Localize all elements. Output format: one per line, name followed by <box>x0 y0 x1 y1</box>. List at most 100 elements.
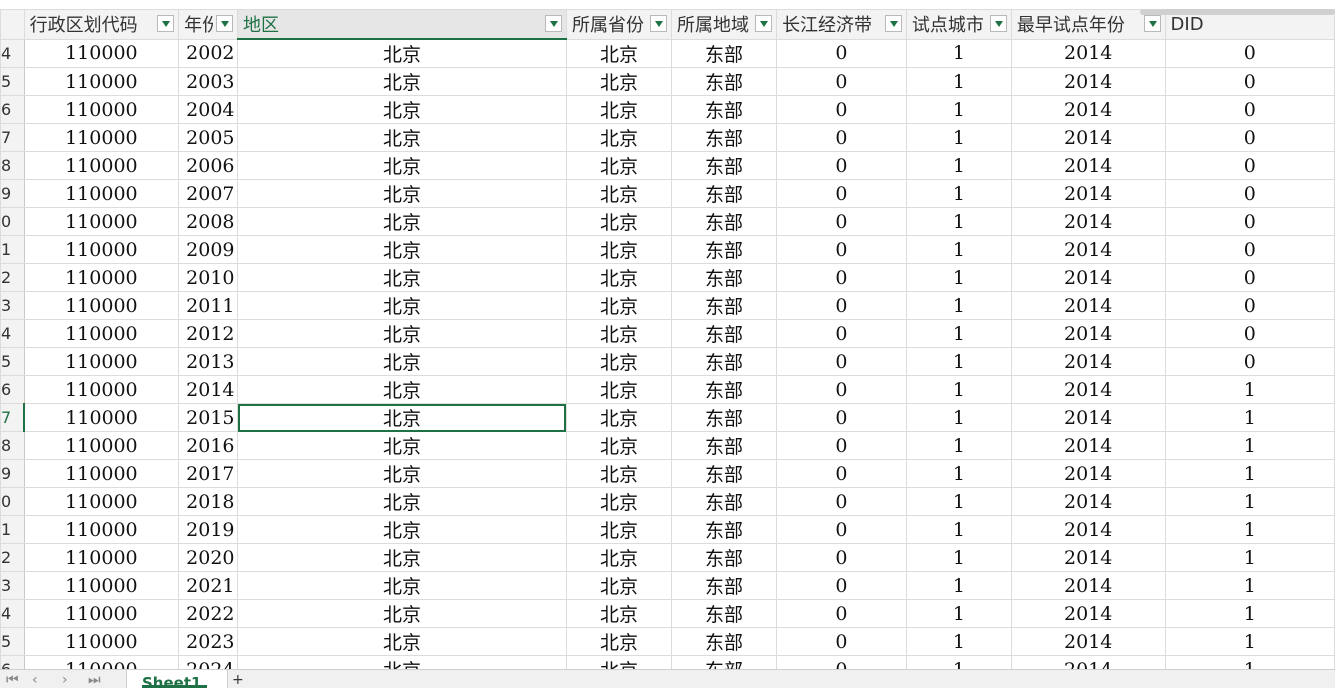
table-cell[interactable]: 1 <box>905 95 1012 124</box>
table-cell[interactable]: 1 <box>905 627 1012 656</box>
table-cell[interactable]: 东部 <box>671 487 778 516</box>
table-cell[interactable]: 东部 <box>671 151 778 180</box>
table-cell[interactable]: 110000 <box>23 263 180 292</box>
table-cell[interactable]: 1 <box>905 375 1012 404</box>
table-cell[interactable]: 2014 <box>1010 179 1166 208</box>
table-cell[interactable]: 2014 <box>1010 627 1166 656</box>
row-number[interactable]: 4 <box>0 38 25 68</box>
table-cell[interactable]: 2016 <box>178 431 239 460</box>
row-number[interactable]: 5 <box>0 67 25 96</box>
table-cell[interactable]: 2014 <box>1010 403 1166 432</box>
table-cell[interactable]: 2007 <box>178 179 239 208</box>
table-cell[interactable]: 2020 <box>178 543 239 572</box>
table-cell[interactable]: 1 <box>905 655 1012 669</box>
table-cell[interactable]: 2024 <box>178 655 239 669</box>
table-cell[interactable]: 东部 <box>671 627 778 656</box>
table-cell[interactable]: 1 <box>905 515 1012 544</box>
row-number[interactable]: 0 <box>0 207 25 236</box>
table-cell[interactable]: 0 <box>1164 291 1335 320</box>
table-cell[interactable]: 1 <box>1164 599 1335 628</box>
table-cell[interactable]: 0 <box>776 347 907 376</box>
table-cell[interactable]: 东部 <box>671 67 778 96</box>
table-cell[interactable]: 2003 <box>178 67 239 96</box>
table-cell[interactable]: 110000 <box>23 179 180 208</box>
table-cell[interactable]: 北京 <box>237 179 567 208</box>
filter-dropdown-icon[interactable] <box>755 15 773 32</box>
row-number[interactable]: 6 <box>0 375 25 404</box>
row-number[interactable]: 4 <box>0 599 25 628</box>
last-sheet-icon[interactable]: ⏭ <box>88 672 101 688</box>
table-cell[interactable]: 0 <box>1164 263 1335 292</box>
table-cell[interactable]: 东部 <box>671 291 778 320</box>
table-cell[interactable]: 北京 <box>237 38 567 68</box>
table-cell[interactable]: 2022 <box>178 599 239 628</box>
table-cell[interactable]: 1 <box>1164 543 1335 572</box>
table-cell[interactable]: 1 <box>1164 571 1335 600</box>
table-cell[interactable]: 110000 <box>23 431 180 460</box>
table-cell[interactable]: 北京 <box>565 515 673 544</box>
table-cell[interactable]: 2017 <box>178 459 239 488</box>
table-cell[interactable]: 北京 <box>237 655 567 669</box>
prev-sheet-icon[interactable]: ‹ <box>32 672 38 688</box>
table-cell[interactable]: 0 <box>776 67 907 96</box>
horizontal-scrollbar[interactable] <box>1140 9 1335 15</box>
table-cell[interactable]: 2014 <box>1010 459 1166 488</box>
table-cell[interactable]: 1 <box>905 543 1012 572</box>
column-header[interactable]: 所属地域 <box>671 9 778 40</box>
table-cell[interactable]: 110000 <box>23 599 180 628</box>
table-cell[interactable]: 2014 <box>1010 151 1166 180</box>
table-cell[interactable]: 110000 <box>23 38 180 68</box>
table-cell[interactable]: 北京 <box>237 599 567 628</box>
table-cell[interactable]: 0 <box>776 151 907 180</box>
table-cell[interactable]: 2014 <box>1010 347 1166 376</box>
row-number[interactable]: 8 <box>0 431 25 460</box>
table-cell[interactable]: 北京 <box>565 487 673 516</box>
table-cell[interactable]: 2014 <box>1010 515 1166 544</box>
table-cell[interactable]: 110000 <box>23 95 180 124</box>
first-sheet-icon[interactable]: ⏮ <box>6 672 19 688</box>
table-cell[interactable]: 北京 <box>237 487 567 516</box>
table-cell[interactable]: 110000 <box>23 291 180 320</box>
table-cell[interactable]: 1 <box>1164 487 1335 516</box>
row-number[interactable]: 7 <box>0 403 26 432</box>
table-cell[interactable]: 东部 <box>671 95 778 124</box>
table-cell[interactable]: 1 <box>905 38 1012 68</box>
table-cell[interactable]: 北京 <box>565 123 673 152</box>
table-cell[interactable]: 1 <box>905 235 1012 264</box>
table-cell[interactable]: 110000 <box>23 347 180 376</box>
table-cell[interactable]: 0 <box>776 487 907 516</box>
table-cell[interactable]: 110000 <box>23 151 180 180</box>
table-cell[interactable]: 北京 <box>565 38 673 68</box>
table-cell[interactable]: 110000 <box>23 515 180 544</box>
filter-dropdown-icon[interactable] <box>544 15 562 32</box>
table-cell[interactable]: 北京 <box>565 571 673 600</box>
table-cell[interactable]: 2011 <box>178 291 239 320</box>
table-cell[interactable]: 1 <box>905 319 1012 348</box>
table-cell[interactable]: 北京 <box>565 291 673 320</box>
table-cell[interactable]: 110000 <box>23 655 180 669</box>
table-cell[interactable]: 110000 <box>23 543 180 572</box>
table-cell[interactable]: 2014 <box>1010 655 1166 669</box>
table-cell[interactable]: 1 <box>1164 431 1335 460</box>
table-cell[interactable]: 1 <box>1164 375 1335 404</box>
table-cell[interactable]: 2014 <box>1010 235 1166 264</box>
table-cell[interactable]: 北京 <box>237 67 567 96</box>
table-cell[interactable]: 0 <box>776 38 907 68</box>
table-cell[interactable]: 2014 <box>1010 67 1166 96</box>
table-cell[interactable]: 北京 <box>565 403 673 432</box>
table-cell[interactable]: 110000 <box>23 375 180 404</box>
table-cell[interactable]: 北京 <box>237 431 567 460</box>
table-cell[interactable]: 北京 <box>237 263 567 292</box>
table-cell[interactable]: 2021 <box>178 571 239 600</box>
corner-cell[interactable] <box>0 9 25 40</box>
table-cell[interactable]: 北京 <box>237 571 567 600</box>
table-cell[interactable]: 0 <box>776 123 907 152</box>
table-cell[interactable]: 0 <box>776 235 907 264</box>
table-cell[interactable]: 北京 <box>565 347 673 376</box>
row-number[interactable]: 2 <box>0 263 25 292</box>
table-cell[interactable]: 北京 <box>565 151 673 180</box>
table-cell[interactable]: 2014 <box>1010 207 1166 236</box>
table-cell[interactable]: 2018 <box>178 487 239 516</box>
row-number[interactable]: 5 <box>0 627 25 656</box>
table-cell[interactable]: 北京 <box>565 319 673 348</box>
